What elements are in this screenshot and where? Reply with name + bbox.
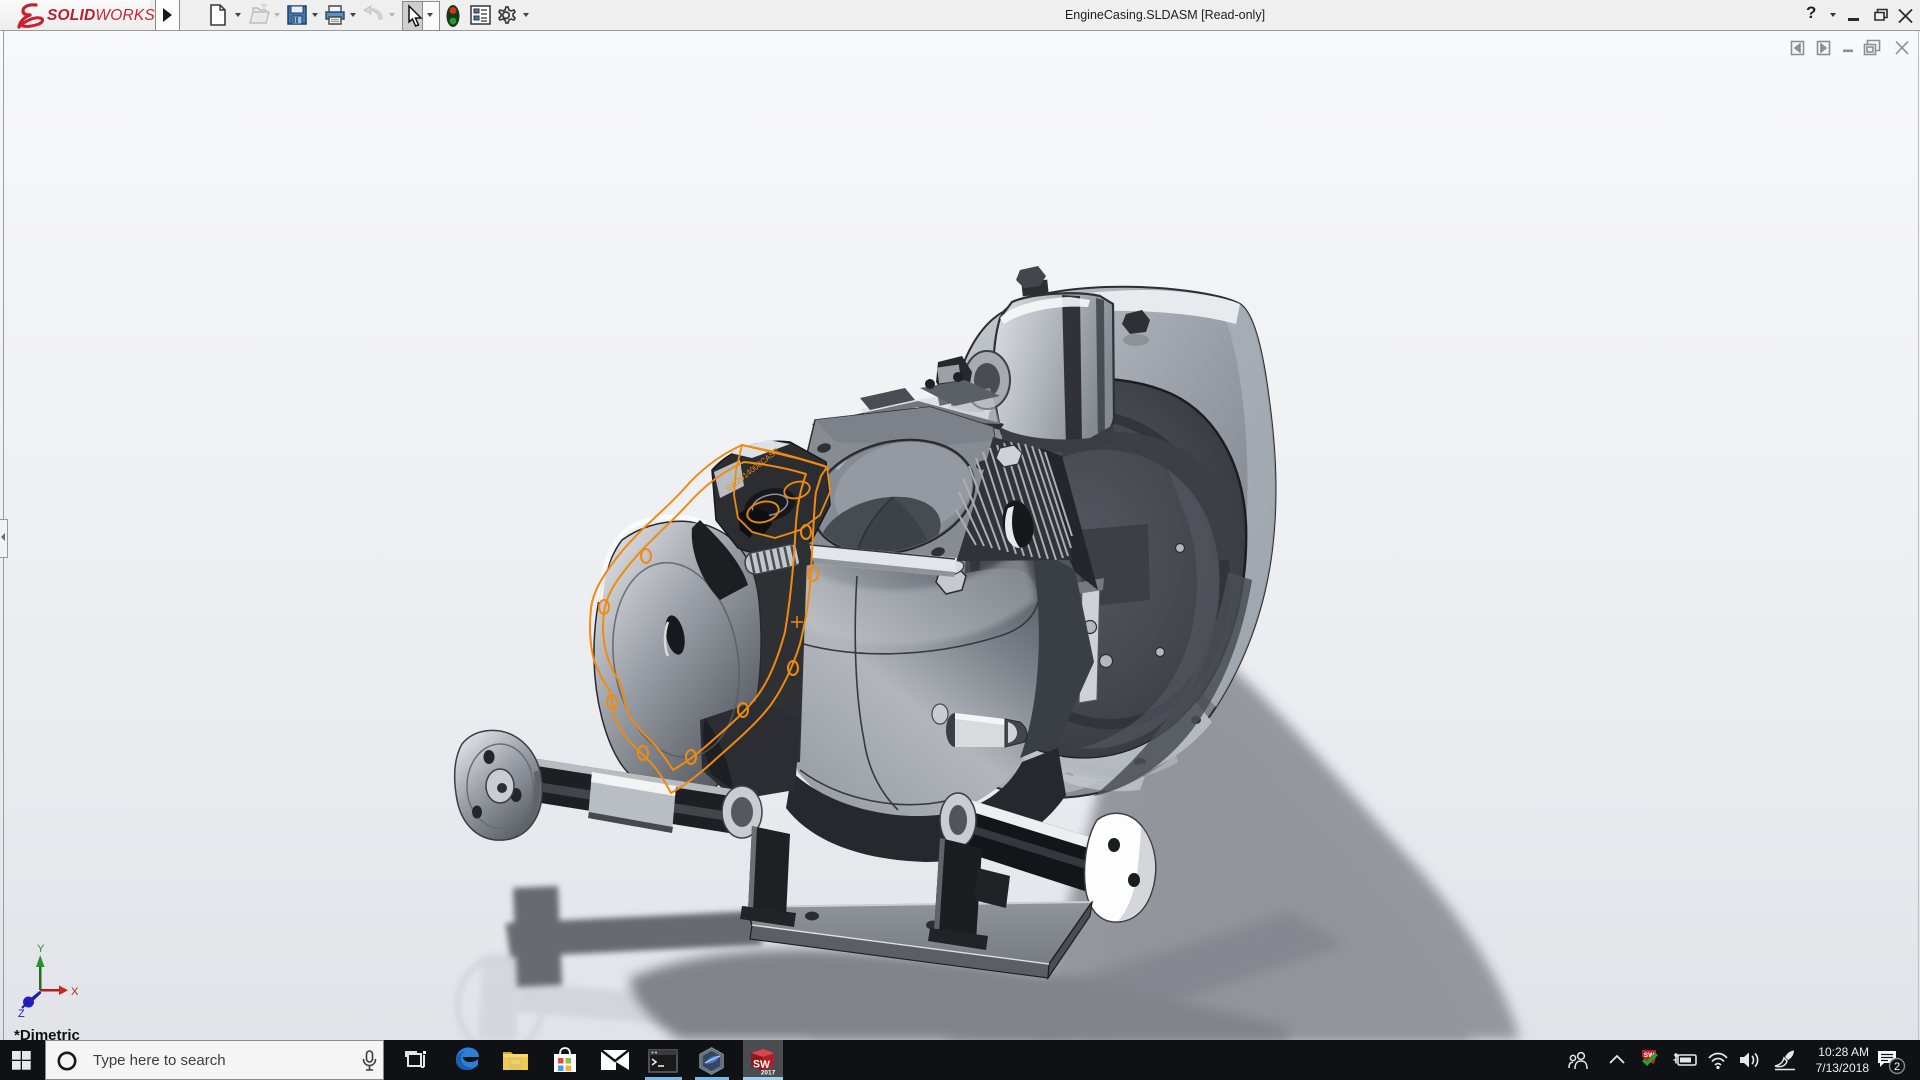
svg-text:Y: Y bbox=[37, 943, 45, 955]
svg-text:2: 2 bbox=[1894, 1061, 1900, 1073]
svg-text:2017: 2017 bbox=[761, 1070, 776, 1077]
svg-text:Z: Z bbox=[18, 1008, 25, 1018]
svg-text:X: X bbox=[71, 986, 79, 998]
